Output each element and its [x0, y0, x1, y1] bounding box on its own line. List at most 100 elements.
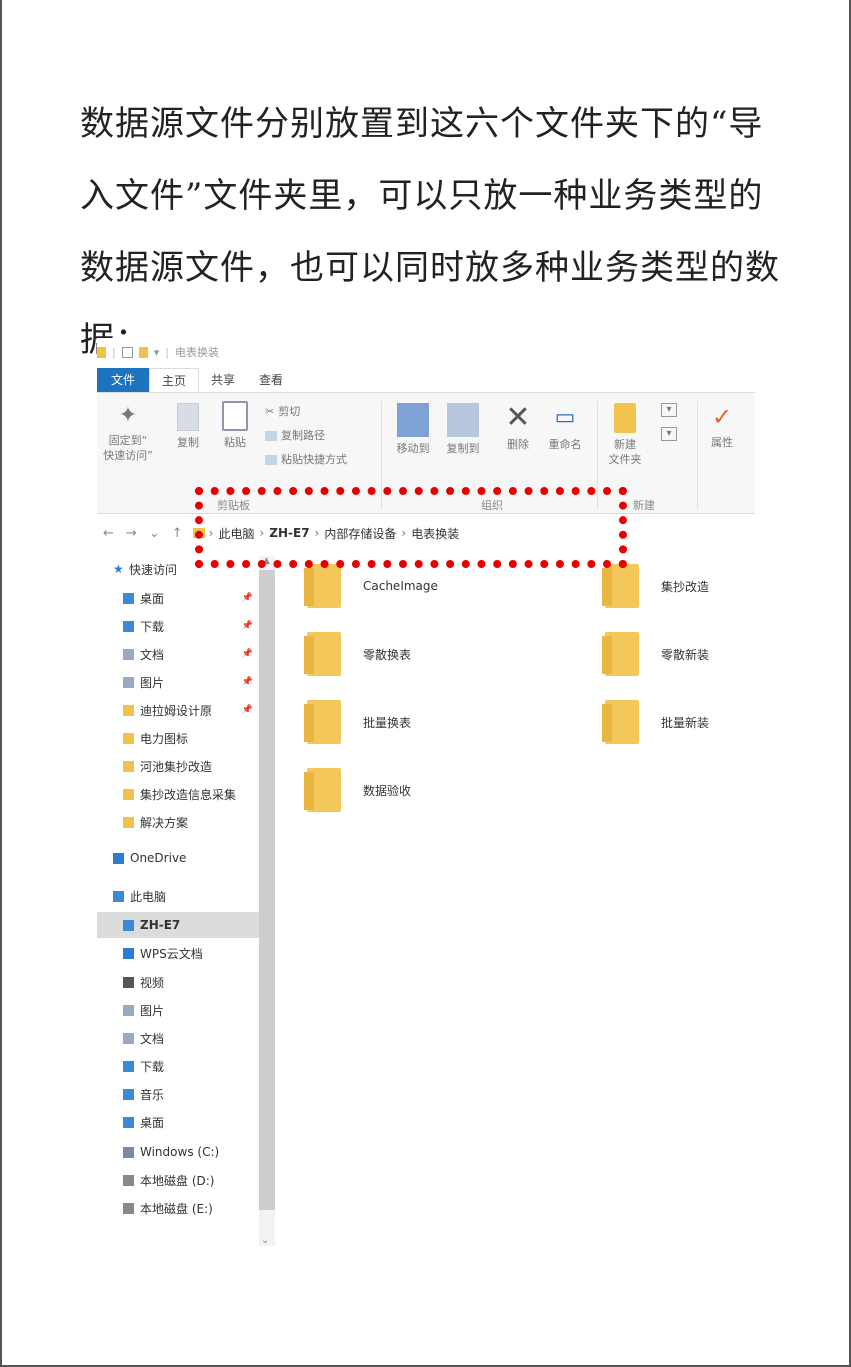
- nav-item[interactable]: 迪拉姆设计原 📌: [97, 697, 259, 723]
- folder-icon: [192, 528, 205, 538]
- paste-button[interactable]: 粘贴: [217, 401, 253, 450]
- folder-item[interactable]: 集抄改造: [602, 564, 709, 608]
- copy-button[interactable]: 复制: [171, 403, 205, 450]
- nav-item[interactable]: OneDrive: [97, 845, 259, 871]
- nav-item[interactable]: 桌面: [97, 1109, 259, 1135]
- folder-icon: [304, 700, 341, 744]
- folder-item[interactable]: 零散新装: [602, 632, 710, 676]
- copy-path-button[interactable]: 复制路径: [265, 427, 325, 443]
- nav-item-label: 图片: [140, 1003, 165, 1018]
- easy-access-icon: ▾: [661, 427, 677, 441]
- nav-item[interactable]: 音乐: [97, 1081, 259, 1107]
- nav-item[interactable]: WPS云文档: [97, 940, 259, 966]
- nav-item[interactable]: 下载: [97, 1053, 259, 1079]
- nav-item[interactable]: 河池集抄改造: [97, 753, 259, 779]
- folder-icon: [123, 732, 134, 744]
- folder-item[interactable]: 批量换表: [304, 700, 412, 744]
- nav-item-label: 文档: [140, 1031, 165, 1046]
- folder-item[interactable]: 零散换表: [304, 632, 412, 676]
- breadcrumb-this-pc[interactable]: 此电脑: [218, 525, 254, 542]
- forward-arrow-icon[interactable]: →: [126, 526, 137, 541]
- folder-icon: [123, 788, 134, 800]
- scrollbar-thumb[interactable]: [259, 570, 275, 1210]
- folder-item[interactable]: 批量新装: [602, 700, 709, 744]
- tab-share[interactable]: 共享: [199, 368, 247, 392]
- nav-item[interactable]: 视频: [97, 969, 259, 995]
- ribbon-tabs: 文件 主页 共享 查看: [97, 368, 755, 392]
- music-folder-icon: [123, 1088, 134, 1100]
- chevron-right-icon: ›: [314, 526, 320, 540]
- copy-icon: [177, 403, 199, 431]
- rename-icon: ▭: [554, 405, 576, 430]
- breadcrumb-zh-e7[interactable]: ZH-E7: [269, 526, 309, 540]
- file-explorer-screenshot: | ▾ | 电表换装 文件 主页 共享 查看 ✦ 固定到“ 快速访问” 复制 粘…: [97, 338, 755, 1258]
- folder-name: 零散新装: [661, 647, 710, 662]
- folder-name: 批量换表: [363, 715, 412, 730]
- nav-item[interactable]: 文档 📌: [97, 641, 259, 667]
- windows-drive-icon: [123, 1146, 134, 1158]
- nav-item-label: 图片: [140, 675, 165, 690]
- customize-dropdown-icon[interactable]: ▾: [154, 346, 160, 359]
- properties-check-icon: ✓: [711, 403, 733, 431]
- back-arrow-icon[interactable]: ←: [103, 526, 114, 541]
- documents-folder-icon: [123, 1032, 134, 1044]
- recent-locations-icon[interactable]: ⌄: [149, 526, 160, 541]
- copy-to-button[interactable]: 复制到: [441, 403, 485, 456]
- properties-check-icon[interactable]: [121, 346, 133, 358]
- nav-item[interactable]: 图片: [97, 997, 259, 1023]
- nav-item[interactable]: ZH-E7: [97, 912, 259, 938]
- videos-folder-icon: [123, 976, 134, 988]
- scroll-up-icon[interactable]: ▲: [263, 556, 270, 566]
- nav-item[interactable]: 本地磁盘 (E:): [97, 1195, 259, 1221]
- new-item-button[interactable]: ▾: [657, 403, 681, 421]
- rename-button[interactable]: ▭ 重命名: [543, 403, 587, 452]
- easy-access-button[interactable]: ▾: [657, 427, 681, 445]
- folder-icon[interactable]: [97, 346, 106, 358]
- nav-item[interactable]: 集抄改造信息采集: [97, 781, 259, 807]
- new-folder-button[interactable]: 新建 文件夹: [605, 403, 645, 467]
- pin-icon: 📌: [241, 705, 253, 715]
- paste-shortcut-icon: [265, 455, 277, 465]
- nav-item[interactable]: 解决方案: [97, 809, 259, 835]
- tab-view[interactable]: 查看: [247, 368, 295, 392]
- delete-button[interactable]: ✕ 删除: [501, 403, 535, 452]
- tab-home[interactable]: 主页: [149, 368, 200, 392]
- folder-icon: [123, 760, 134, 772]
- breadcrumb-current-folder[interactable]: 电表换装: [411, 525, 459, 542]
- nav-item[interactable]: ★ 快速访问: [97, 556, 259, 582]
- nav-item[interactable]: 此电脑: [97, 883, 259, 909]
- nav-item[interactable]: Windows (C:): [97, 1139, 259, 1165]
- up-arrow-icon[interactable]: ↑: [172, 526, 183, 541]
- nav-item-label: 河池集抄改造: [140, 759, 213, 774]
- document-page: 数据源文件分别放置到这六个文件夹下的“导 入文件”文件夹里，可以只放一种业务类型…: [0, 0, 851, 1367]
- group-label-new: 新建: [633, 499, 655, 512]
- cloud-icon: [123, 947, 134, 959]
- navigation-scrollbar[interactable]: ▲ ⌄: [259, 556, 275, 1246]
- address-bar[interactable]: ← → ⌄ ↑ › 此电脑 › ZH-E7 › 内部存储设备 › 电表换装: [97, 518, 755, 548]
- folder-item[interactable]: 数据验收: [304, 768, 411, 812]
- ribbon-home: ✦ 固定到“ 快速访问” 复制 粘贴 ✂剪切 复制路径 粘贴快捷方式 剪贴板: [97, 392, 755, 514]
- pin-icon: 📌: [241, 621, 253, 631]
- nav-item-label: ZH-E7: [140, 918, 181, 932]
- folder-name: 零散换表: [363, 647, 412, 662]
- pictures-folder-icon: [123, 1004, 134, 1016]
- pin-to-quick-access-button[interactable]: ✦ 固定到“ 快速访问”: [103, 403, 153, 463]
- paste-shortcut-button[interactable]: 粘贴快捷方式: [265, 451, 347, 467]
- new-folder-icon[interactable]: [138, 346, 148, 358]
- tab-file[interactable]: 文件: [97, 368, 150, 392]
- cut-button[interactable]: ✂ 剪切: [265, 403, 300, 419]
- move-to-button[interactable]: 移动到: [391, 403, 435, 456]
- nav-item[interactable]: 本地磁盘 (D:): [97, 1167, 259, 1193]
- properties-button[interactable]: ✓ 属性: [705, 403, 739, 450]
- breadcrumb-internal-storage[interactable]: 内部存储设备: [324, 525, 396, 542]
- folder-item[interactable]: CacheImage: [304, 564, 438, 608]
- nav-item[interactable]: 电力图标: [97, 725, 259, 751]
- paragraph-line: 数据源文件分别放置到这六个文件夹下的“导: [80, 104, 764, 144]
- folder-icon: [602, 632, 639, 676]
- nav-item[interactable]: 下载 📌: [97, 613, 259, 639]
- nav-item[interactable]: 文档: [97, 1025, 259, 1051]
- nav-item[interactable]: 图片 📌: [97, 669, 259, 695]
- scroll-down-icon[interactable]: ⌄: [261, 1235, 269, 1246]
- nav-item[interactable]: 桌面 📌: [97, 585, 259, 611]
- nav-item-label: 集抄改造信息采集: [140, 787, 237, 802]
